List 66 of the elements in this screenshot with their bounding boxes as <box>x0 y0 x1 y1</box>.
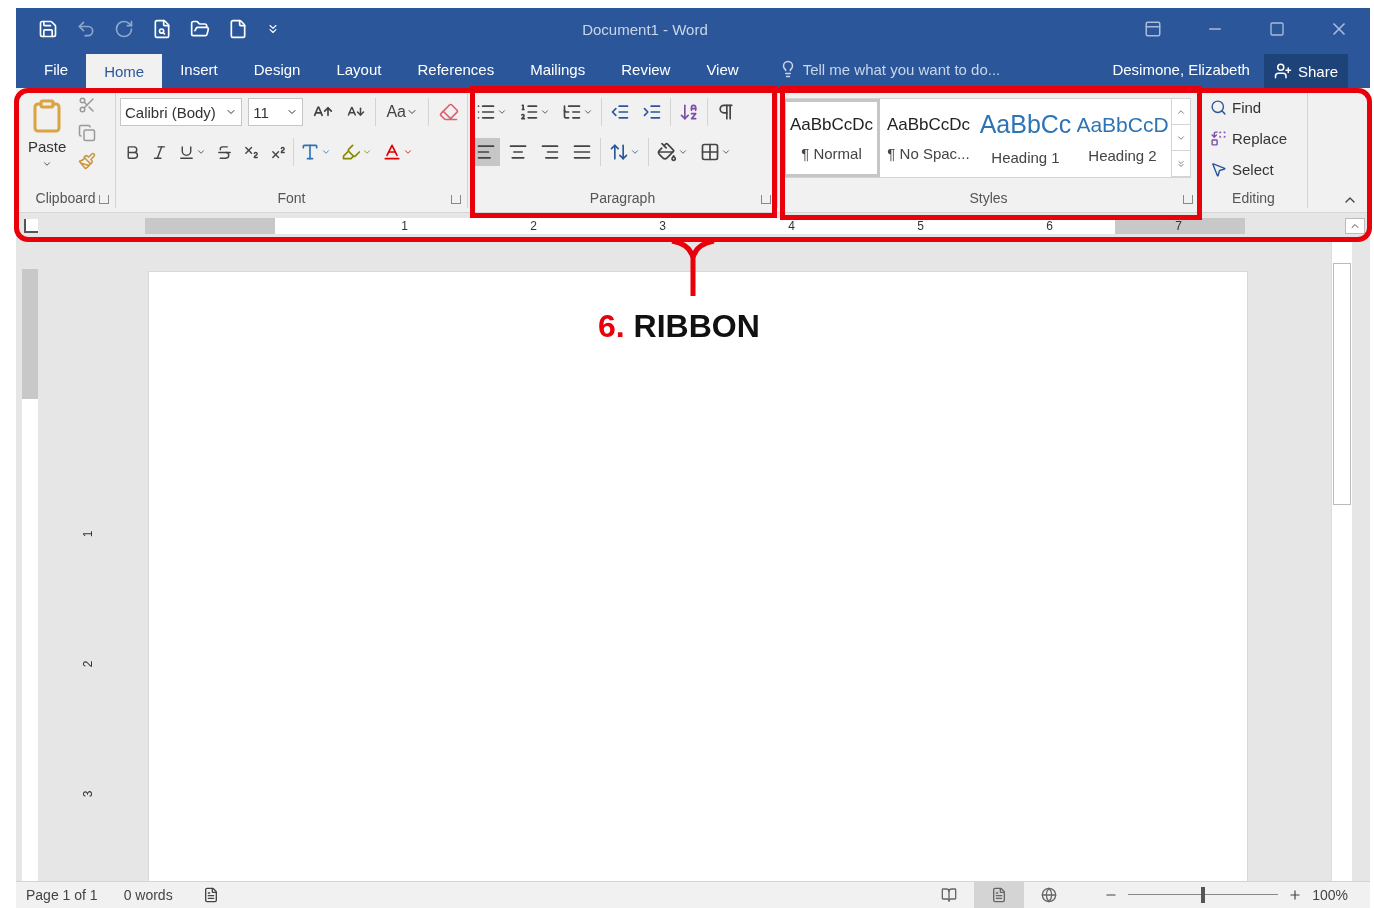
ribbon-tab[interactable]: Mailings <box>512 50 604 88</box>
share-button[interactable]: Share <box>1263 54 1348 88</box>
editing-button[interactable]: Select <box>1204 154 1294 185</box>
launcher-icon[interactable] <box>1183 195 1193 204</box>
page-count: Page 1 of 1 <box>26 887 98 903</box>
window-title: Document1 - Word <box>581 20 709 38</box>
save-icon[interactable] <box>38 19 58 39</box>
word-count: 0 words <box>123 887 173 903</box>
launcher-icon[interactable] <box>761 195 771 204</box>
callout-label: 6. RIBBON <box>598 308 760 345</box>
zoom-thumb[interactable] <box>1201 887 1206 903</box>
replace-icon <box>1210 130 1227 147</box>
customize-caret-icon[interactable] <box>266 22 280 36</box>
editing-button[interactable]: Find <box>1204 92 1294 123</box>
paste-button[interactable]: Paste <box>20 92 75 175</box>
tell-me-field[interactable]: Tell me what you want to do... <box>772 50 1007 88</box>
caret-icon <box>42 159 53 169</box>
ribbon-tab[interactable]: File <box>26 50 87 88</box>
ribbon-tab[interactable]: Insert <box>162 50 236 88</box>
group-label: Editing <box>1232 190 1275 206</box>
expand-icon <box>1176 158 1186 169</box>
ribbon-tab[interactable]: Review <box>603 50 689 88</box>
font-name-field[interactable]: Calibri (Body) <box>120 98 243 126</box>
ribbon-tab[interactable]: View <box>688 50 757 88</box>
change-case-button[interactable]: Aa <box>382 99 422 125</box>
ruler-number: 3 <box>658 219 667 233</box>
ribbon-tab[interactable]: Layout <box>318 50 400 88</box>
ruler-number: 1 <box>80 530 95 538</box>
ribbon-tab[interactable]: References <box>399 50 513 88</box>
ruler-number: 6 <box>1045 219 1054 233</box>
ribbon-tab[interactable]: Design <box>235 50 319 88</box>
group-label: Paragraph <box>589 190 656 206</box>
user-name: Desimone, Elizabeth <box>1112 60 1250 78</box>
launcher-icon[interactable] <box>99 195 109 204</box>
undo-icon[interactable] <box>76 19 96 39</box>
zoom-level: 100% <box>1312 887 1348 903</box>
maximize-icon[interactable] <box>1269 21 1285 37</box>
ruler-number: 1 <box>400 219 409 233</box>
print-preview-icon[interactable] <box>152 19 172 39</box>
ribbon-display-icon[interactable] <box>1144 20 1162 38</box>
tab-selector[interactable] <box>24 219 38 233</box>
view-button[interactable] <box>974 882 1025 908</box>
ruler-number: 2 <box>529 219 538 233</box>
ruler-number: 3 <box>80 790 95 798</box>
pointer-icon <box>1210 161 1227 178</box>
ruler-number: 7 <box>1174 219 1183 233</box>
vertical-scrollbar[interactable] <box>1331 239 1352 881</box>
group-label: Clipboard <box>35 190 96 206</box>
ribbon-tab[interactable]: Home <box>86 54 163 88</box>
globe-icon <box>1041 887 1058 903</box>
ruler-number: 5 <box>916 219 925 233</box>
person-plus-icon <box>1273 62 1292 80</box>
document-icon <box>991 887 1008 903</box>
search-icon <box>1210 99 1227 116</box>
book-icon <box>941 887 958 903</box>
launcher-icon[interactable] <box>451 195 461 204</box>
redo-icon[interactable] <box>114 19 134 39</box>
new-document-icon[interactable] <box>228 19 248 39</box>
style-item[interactable]: AaBbCcDc ¶ Normal <box>783 99 880 177</box>
group-label: Styles <box>969 190 1008 206</box>
folder-icon[interactable] <box>190 19 210 39</box>
ruler-number: 4 <box>787 219 796 233</box>
ruler-number: 2 <box>80 660 95 668</box>
font-size-field[interactable]: 11 <box>248 98 304 126</box>
group-label: Font <box>277 190 306 206</box>
editing-button[interactable]: Replace <box>1204 123 1294 154</box>
